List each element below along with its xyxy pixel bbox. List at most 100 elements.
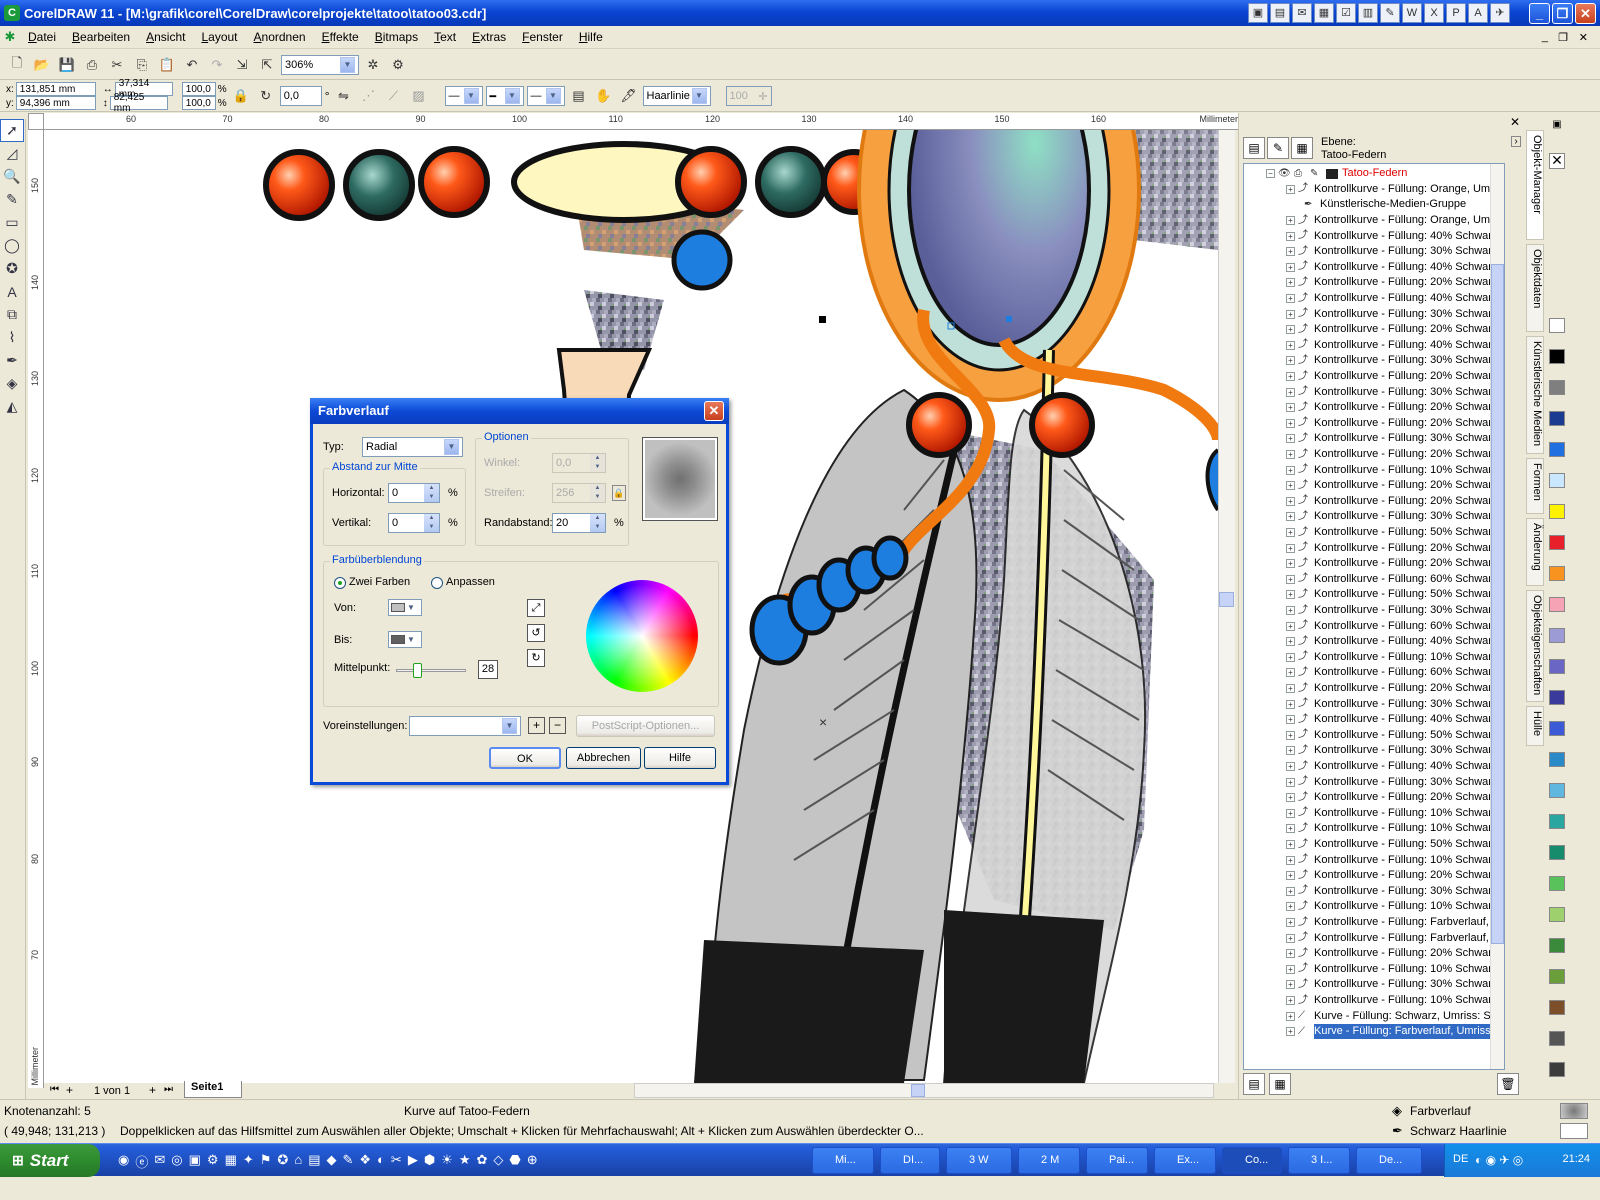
expand-icon[interactable]: + xyxy=(1286,356,1295,366)
mirror-icon[interactable]: ⇋ xyxy=(333,85,355,107)
edit-across-layers-icon[interactable]: ✎ xyxy=(1267,137,1289,159)
tree-item[interactable]: + ⤴ Kontrollkurve - Füllung: 20% Schwarz, xyxy=(1286,790,1500,806)
tab-objekteigenschaften[interactable]: Objekteigenschaften xyxy=(1526,590,1544,702)
expand-icon[interactable]: + xyxy=(1286,684,1295,694)
hand-icon[interactable]: ✋ xyxy=(593,85,615,107)
tree-item[interactable]: + ⤴ Kontrollkurve - Füllung: 30% Schwarz, xyxy=(1286,977,1500,993)
close-icon[interactable]: ✕ xyxy=(704,401,724,421)
app-icon[interactable]: ⚙ xyxy=(207,1152,219,1171)
expand-icon[interactable]: + xyxy=(1286,652,1295,662)
extract-icon[interactable]: ▨ xyxy=(408,85,430,107)
app-icon[interactable]: ★ xyxy=(459,1152,471,1171)
expand-icon[interactable]: + xyxy=(1286,902,1295,912)
interactive-blend-tool-icon[interactable]: ⧉ xyxy=(0,303,24,326)
tree-item[interactable]: + ⤴ Kontrollkurve - Füllung: Farbverlauf, … xyxy=(1286,930,1504,946)
layer-manager-view-icon[interactable]: ▦ xyxy=(1291,137,1313,159)
tree-item[interactable]: + ⤴ Kontrollkurve - Füllung: 20% Schwarz, xyxy=(1286,400,1500,416)
expand-icon[interactable]: + xyxy=(1286,918,1295,928)
expand-icon[interactable]: + xyxy=(1286,793,1295,803)
presets-select[interactable]: ▼ xyxy=(409,716,521,736)
export-icon[interactable]: ⇱ xyxy=(256,54,278,76)
zoom-select[interactable]: 306% ▼ xyxy=(281,54,359,75)
palette-swatch[interactable] xyxy=(1549,845,1565,860)
copy-icon[interactable]: ⎘ xyxy=(131,54,153,76)
palette-swatch[interactable] xyxy=(1549,535,1565,550)
app-icon[interactable]: ◆ xyxy=(326,1152,336,1171)
palette-swatch[interactable] xyxy=(1549,969,1565,984)
vertical-ruler[interactable]: 150 140 130 120 110 100 90 80 70 Millimeter xyxy=(28,130,44,1088)
tree-item[interactable]: + ⤴ Kontrollkurve - Füllung: 60% Schwarz, xyxy=(1286,618,1500,634)
palette-swatch[interactable] xyxy=(1549,938,1565,953)
add-preset-icon[interactable]: + xyxy=(528,717,545,734)
rotation-field[interactable]: 0,0 xyxy=(279,86,322,106)
tree-item[interactable]: + ⤴ Kontrollkurve - Füllung: 10% Schwarz, xyxy=(1286,962,1500,978)
tab-formen[interactable]: Formen xyxy=(1526,458,1544,514)
expand-icon[interactable]: + xyxy=(1286,278,1295,288)
menu-effekte[interactable]: Effekte xyxy=(314,30,367,44)
expand-icon[interactable]: + xyxy=(1286,512,1295,522)
cut-icon[interactable]: ✂ xyxy=(106,54,128,76)
app-icon[interactable]: ✈ xyxy=(1490,3,1510,23)
lock-ratio-icon[interactable]: 🔒 xyxy=(230,85,252,107)
ellipse-tool-icon[interactable]: ◯ xyxy=(0,234,24,257)
app-icon[interactable]: ▥ xyxy=(1358,3,1378,23)
tree-item[interactable]: + ⤴ Kontrollkurve - Füllung: 20% Schwarz, xyxy=(1286,322,1500,338)
flyout-arrow-icon[interactable]: › xyxy=(1511,136,1521,147)
app-icon[interactable]: ⌂ xyxy=(294,1152,302,1171)
expand-icon[interactable]: + xyxy=(1286,824,1295,834)
tree-item[interactable]: + ⤴ Kontrollkurve - Füllung: 10% Schwarz, xyxy=(1286,806,1500,822)
expand-icon[interactable]: + xyxy=(1286,340,1295,350)
expand-icon[interactable]: + xyxy=(1286,465,1295,475)
expand-icon[interactable]: + xyxy=(1286,980,1295,990)
tree-item[interactable]: + ⤴ Kontrollkurve - Füllung: 30% Schwarz, xyxy=(1286,884,1500,900)
zoom-tool-icon[interactable]: 🔍 xyxy=(0,165,24,188)
palette-swatch[interactable] xyxy=(1549,411,1565,426)
expand-icon[interactable]: + xyxy=(1286,559,1295,569)
expand-icon[interactable]: + xyxy=(1286,528,1295,538)
expand-icon[interactable]: + xyxy=(1286,606,1295,616)
two-colors-radio[interactable] xyxy=(334,577,346,589)
tree-item[interactable]: + ⤴ Kontrollkurve - Füllung: 20% Schwarz, xyxy=(1286,946,1500,962)
expand-icon[interactable]: + xyxy=(1286,871,1295,881)
cw-blend-icon[interactable]: ↻ xyxy=(527,649,545,667)
expand-icon[interactable]: + xyxy=(1286,730,1295,740)
tree-item[interactable]: + ⤴ Kontrollkurve - Füllung: 50% Schwarz, xyxy=(1286,728,1500,744)
app-icon[interactable]: ✿ xyxy=(476,1152,487,1171)
freehand-tool-icon[interactable]: ✎ xyxy=(0,188,24,211)
start-arrow-select[interactable]: — ▼ xyxy=(444,86,483,106)
app-icon[interactable]: ✎ xyxy=(342,1152,353,1171)
app-icon[interactable]: ✪ xyxy=(277,1152,288,1171)
outline-width-select[interactable]: Haarlinie ▼ xyxy=(642,86,711,106)
app-icon[interactable]: ◉ xyxy=(118,1152,129,1171)
height-field[interactable]: 82,425 mm xyxy=(109,92,168,114)
palette-swatch[interactable] xyxy=(1549,1031,1565,1046)
app-icon[interactable]: ▤ xyxy=(1270,3,1290,23)
interactive-fill-tool-icon[interactable]: ◭ xyxy=(0,395,24,418)
tree-item[interactable]: + ⤴ Kontrollkurve - Füllung: 30% Schwarz, xyxy=(1286,384,1500,400)
printer-icon[interactable]: ⎙ xyxy=(1294,168,1308,180)
app-icon[interactable]: ⊕ xyxy=(527,1152,538,1171)
tree-item[interactable]: + ⤴ Kontrollkurve - Füllung: 50% Schwarz, xyxy=(1286,587,1500,603)
expand-icon[interactable]: + xyxy=(1286,637,1295,647)
tree-item[interactable]: + ⤴ Kontrollkurve - Füllung: Orange, Umris… xyxy=(1286,182,1504,198)
eye-icon[interactable]: 👁 xyxy=(1278,168,1292,180)
tree-item[interactable]: ✒ Künstlerische-Medien-Gruppe xyxy=(1304,197,1466,213)
rotate-icon[interactable]: ↻ xyxy=(255,85,277,107)
scale-x-field[interactable]: 100,0 xyxy=(181,82,216,96)
tree-item[interactable]: + ⤴ Kontrollkurve - Füllung: 60% Schwarz, xyxy=(1286,572,1500,588)
custom-radio[interactable] xyxy=(431,577,443,589)
horizontal-ruler[interactable]: 60 70 80 90 100 110 120 130 140 150 160 Millimeter xyxy=(44,113,1240,130)
direct-blend-icon[interactable]: ⤢ xyxy=(527,599,545,617)
doc-minimize-button[interactable]: _ xyxy=(1542,31,1548,43)
to-color-picker[interactable]: ▼ xyxy=(388,631,422,648)
tree-layer[interactable]: − 👁 ⎙ ✎ Tatoo-Federn xyxy=(1266,166,1407,182)
palette-swatch[interactable] xyxy=(1549,349,1565,364)
eyedropper-tool-icon[interactable]: ⌇ xyxy=(0,326,24,349)
slider-thumb[interactable] xyxy=(413,663,422,678)
access-icon[interactable]: A xyxy=(1468,3,1488,23)
no-color-swatch[interactable]: ✕ xyxy=(1549,153,1565,169)
app-icon[interactable]: ⬢ xyxy=(424,1152,435,1171)
steps-spinner[interactable]: 256 ▲ ▼ xyxy=(552,483,606,503)
app-icon[interactable]: ⬣ xyxy=(509,1152,520,1171)
expand-icon[interactable]: + xyxy=(1286,996,1295,1006)
